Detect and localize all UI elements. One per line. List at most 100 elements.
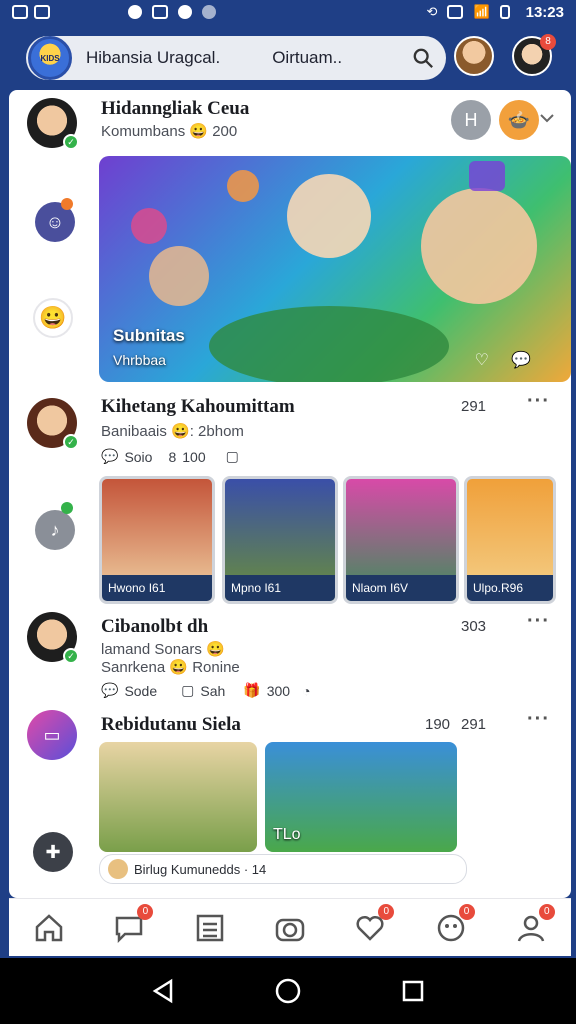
reaction-icon[interactable]: 🎁 bbox=[243, 682, 260, 699]
post-thumbnail[interactable]: Ulpo.R96 bbox=[464, 476, 556, 604]
battery-icon bbox=[499, 5, 510, 19]
search-query-left: Hibansia Uragcal. bbox=[86, 48, 221, 67]
thumbnail-caption: Ulpo.R96 bbox=[467, 575, 553, 601]
nav-camera[interactable] bbox=[270, 908, 310, 948]
post-count: 303 bbox=[461, 618, 487, 635]
chevron-down-icon[interactable] bbox=[539, 110, 555, 126]
bottom-nav: 0 0 0 0 bbox=[9, 898, 571, 956]
system-nav-bar bbox=[0, 958, 576, 1024]
h-icon[interactable]: H bbox=[451, 100, 491, 140]
footer-text: Birlug Kumunedds · 14 bbox=[134, 861, 267, 877]
app-header: KIDS Hibansia Uragcal. Oirtuam.. 8 bbox=[12, 28, 564, 88]
search-icon[interactable] bbox=[412, 47, 434, 69]
post-image[interactable]: TLo bbox=[265, 742, 457, 852]
bookmark-icon[interactable]: ▢ bbox=[226, 448, 239, 465]
rail-badge bbox=[61, 502, 73, 514]
nav-badge: 0 bbox=[378, 903, 395, 920]
wifi-icon: 📶 bbox=[473, 4, 490, 19]
search-bar[interactable]: KIDS Hibansia Uragcal. Oirtuam.. bbox=[26, 36, 446, 80]
bookmark-icon[interactable]: ▢ bbox=[181, 682, 194, 699]
home-icon bbox=[35, 913, 63, 941]
home-button-icon[interactable] bbox=[274, 977, 302, 1005]
image-label: TLo bbox=[273, 826, 301, 843]
vibrate-icon: ⟲ bbox=[426, 4, 438, 19]
add-icon[interactable]: ✚ bbox=[33, 832, 73, 872]
post-line-1: lamand Sonars 😀 bbox=[101, 641, 225, 658]
comment-icon[interactable]: 💬 bbox=[101, 448, 118, 465]
nav-badge: 0 bbox=[458, 903, 475, 920]
search-query-right: Oirtuam.. bbox=[272, 48, 343, 67]
nav-games[interactable]: 0 bbox=[431, 903, 475, 948]
more-options-icon[interactable]: ··· bbox=[527, 610, 550, 633]
camera-icon bbox=[275, 918, 305, 941]
camera-icon bbox=[178, 5, 192, 19]
more-options-icon[interactable]: ··· bbox=[527, 390, 550, 413]
thumbnail-caption: Mpno I61 bbox=[225, 575, 335, 601]
feed-card: ✓ Hidanngliak Ceua Komumbans 😀 200 H 🍲 ☺… bbox=[9, 90, 571, 898]
hero-subtitle: Vhrbbaa bbox=[113, 352, 166, 368]
verified-icon: ✓ bbox=[63, 434, 79, 450]
post-count-left: 190 bbox=[425, 716, 451, 733]
status-bar: ⟲ 📶 13:23 bbox=[0, 0, 576, 24]
clock-icon[interactable]: ◔ bbox=[302, 683, 310, 699]
sim-card-icon bbox=[447, 5, 464, 19]
heart-icon[interactable]: ♡ bbox=[475, 350, 489, 370]
post-meta: 💬 Sode ▢ Sah 🎁 300 ◔ bbox=[101, 682, 311, 699]
post-thumbnail[interactable]: Mpno I61 bbox=[222, 476, 338, 604]
meta-shares: 100 bbox=[182, 448, 206, 465]
post-author-name[interactable]: Rebidutanu Siela bbox=[101, 714, 241, 736]
post-footer[interactable]: Birlug Kumunedds · 14 bbox=[99, 854, 467, 884]
app-logo[interactable]: KIDS bbox=[28, 36, 72, 80]
post-thumbnail[interactable]: Nlaom I6V bbox=[343, 476, 459, 604]
post-line-2: Sanrkena 😀 Ronine bbox=[101, 659, 240, 676]
thumbnail-caption: Nlaom I6V bbox=[346, 575, 456, 601]
meta-comments: Soio bbox=[124, 448, 153, 465]
nav-home[interactable] bbox=[29, 908, 69, 948]
rail-badge bbox=[61, 198, 73, 210]
hero-illustration bbox=[131, 161, 537, 382]
post-subtitle: Komumbans 😀 200 bbox=[101, 123, 238, 140]
post-thumbnail[interactable]: Hwono I61 bbox=[99, 476, 215, 604]
comment-icon[interactable]: 💬 bbox=[101, 682, 118, 699]
post-hero-image[interactable]: Subnitas Vhrbbaa ♡ 💬 bbox=[99, 156, 571, 382]
nav-notifications[interactable]: 0 bbox=[350, 903, 395, 948]
nav-badge: 0 bbox=[538, 903, 555, 920]
comment-icon[interactable]: 💬 bbox=[511, 350, 531, 370]
recents-icon[interactable] bbox=[399, 977, 427, 1005]
clock: 13:23 bbox=[525, 3, 564, 21]
nav-profile[interactable]: 0 bbox=[511, 903, 555, 948]
battery-saver-icon bbox=[34, 5, 50, 19]
nav-messages[interactable]: 0 bbox=[109, 903, 154, 948]
smile-icon[interactable]: 😀 bbox=[33, 298, 73, 338]
post-meta: 💬 Soio 8 100 ▢ bbox=[101, 448, 239, 465]
share-icon[interactable]: 8 bbox=[168, 449, 176, 465]
logo-text: KIDS bbox=[40, 53, 60, 63]
bowl-icon[interactable]: 🍲 bbox=[499, 100, 539, 140]
more-options-icon[interactable]: ··· bbox=[527, 708, 550, 731]
notification-badge: 8 bbox=[540, 34, 556, 50]
thumbnail-caption: Hwono I61 bbox=[102, 575, 212, 601]
verified-icon: ✓ bbox=[63, 648, 79, 664]
post-image[interactable] bbox=[99, 742, 257, 852]
post-count: 291 bbox=[461, 716, 487, 733]
tv-icon[interactable]: ▭ bbox=[27, 710, 77, 760]
avatar bbox=[108, 859, 128, 879]
hero-title: Subnitas bbox=[113, 326, 185, 345]
friend-avatar[interactable] bbox=[454, 36, 494, 76]
nav-feed[interactable] bbox=[190, 908, 230, 948]
notification-icon bbox=[128, 5, 142, 19]
location-icon bbox=[202, 5, 216, 19]
meta-comments: Sode bbox=[124, 682, 158, 699]
list-icon bbox=[196, 914, 223, 941]
music-note-icon[interactable]: ♪ bbox=[35, 510, 75, 550]
verified-icon: ✓ bbox=[63, 134, 79, 150]
post-subtitle: Banibaais 😀: 2bhom bbox=[101, 423, 244, 440]
post-author-name[interactable]: Cibanolbt dh bbox=[101, 616, 208, 638]
back-icon[interactable] bbox=[149, 977, 177, 1005]
nav-badge: 0 bbox=[137, 903, 154, 920]
sim-icon bbox=[12, 5, 28, 19]
meta-reactions: 300 bbox=[266, 682, 291, 699]
post-count: 291 bbox=[461, 398, 487, 415]
post-author-name[interactable]: Hidanngliak Ceua bbox=[101, 98, 249, 120]
post-author-name[interactable]: Kihetang Kahoumittam bbox=[101, 396, 295, 418]
